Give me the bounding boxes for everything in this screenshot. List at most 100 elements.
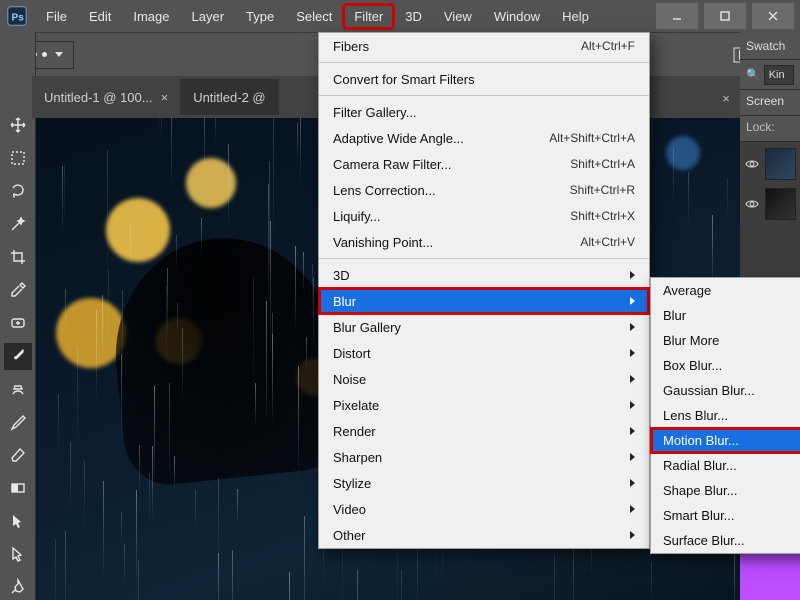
menu-edit[interactable]: Edit (79, 5, 121, 28)
clone-stamp-tool[interactable] (4, 376, 32, 403)
menu-item-label: 3D (333, 268, 350, 283)
filter-menu-item-video[interactable]: Video (319, 496, 649, 522)
menu-file[interactable]: File (36, 5, 77, 28)
menu-item-label: Vanishing Point... (333, 235, 433, 250)
filter-menu-item-liquify[interactable]: Liquify...Shift+Ctrl+X (319, 203, 649, 229)
blur-submenu-item-blur[interactable]: Blur (651, 303, 800, 328)
close-icon[interactable]: × (716, 88, 736, 108)
layer-row[interactable] (744, 148, 796, 180)
menu-type[interactable]: Type (236, 5, 284, 28)
filter-menu-item-adaptive-wide-angle[interactable]: Adaptive Wide Angle...Alt+Shift+Ctrl+A (319, 125, 649, 151)
document-tab-2[interactable]: Untitled-2 @ (181, 79, 278, 115)
submenu-item-label: Blur More (663, 333, 719, 348)
menu-item-label: Lens Correction... (333, 183, 436, 198)
move-tool[interactable] (4, 112, 32, 139)
submenu-item-label: Radial Blur... (663, 458, 737, 473)
swatches-panel-tab[interactable]: Swatch (740, 32, 800, 60)
blur-submenu-item-motion-blur[interactable]: Motion Blur... (651, 428, 800, 453)
crop-tool[interactable] (4, 244, 32, 271)
menu-layer[interactable]: Layer (182, 5, 235, 28)
eyedropper-tool[interactable] (4, 277, 32, 304)
menu-item-label: Blur (333, 294, 356, 309)
spot-heal-tool[interactable] (4, 310, 32, 337)
menu-select[interactable]: Select (286, 5, 342, 28)
close-button[interactable] (752, 3, 794, 29)
menu-filter[interactable]: Filter (344, 5, 393, 28)
submenu-item-label: Gaussian Blur... (663, 383, 755, 398)
submenu-item-label: Lens Blur... (663, 408, 728, 423)
menu-separator (319, 95, 649, 96)
filter-menu-item-render[interactable]: Render (319, 418, 649, 444)
menu-item-shortcut: Shift+Ctrl+X (570, 209, 635, 223)
layer-row[interactable] (744, 188, 796, 220)
path-select-tool[interactable] (4, 507, 32, 534)
menu-item-label: Other (333, 528, 366, 543)
menu-item-label: Convert for Smart Filters (333, 72, 475, 87)
menu-item-label: Fibers (333, 39, 369, 54)
gradient-tool[interactable] (4, 474, 32, 501)
menu-3d[interactable]: 3D (395, 5, 432, 28)
menu-item-shortcut: Alt+Shift+Ctrl+A (549, 131, 635, 145)
menu-item-label: Filter Gallery... (333, 105, 417, 120)
pen-tool[interactable] (4, 573, 32, 600)
history-brush-tool[interactable] (4, 408, 32, 435)
menu-item-label: Stylize (333, 476, 371, 491)
submenu-item-label: Box Blur... (663, 358, 722, 373)
menu-item-label: Sharpen (333, 450, 382, 465)
blur-submenu-item-blur-more[interactable]: Blur More (651, 328, 800, 353)
menu-image[interactable]: Image (123, 5, 179, 28)
menubar: Ps File Edit Image Layer Type Select Fil… (0, 0, 800, 32)
tool-strip (0, 32, 36, 600)
menu-item-shortcut: Shift+Ctrl+A (570, 157, 635, 171)
filter-menu-item-convert-for-smart-filters[interactable]: Convert for Smart Filters (319, 66, 649, 92)
filter-menu-item-sharpen[interactable]: Sharpen (319, 444, 649, 470)
direct-select-tool[interactable] (4, 540, 32, 567)
menu-window[interactable]: Window (484, 5, 550, 28)
filter-menu-item-blur-gallery[interactable]: Blur Gallery (319, 314, 649, 340)
brush-tool[interactable] (4, 343, 32, 370)
blur-submenu-item-lens-blur[interactable]: Lens Blur... (651, 403, 800, 428)
lasso-tool[interactable] (4, 178, 32, 205)
submenu-item-label: Shape Blur... (663, 483, 737, 498)
search-input[interactable] (764, 65, 794, 85)
filter-menu-item-pixelate[interactable]: Pixelate (319, 392, 649, 418)
blur-submenu-item-radial-blur[interactable]: Radial Blur... (651, 453, 800, 478)
filter-menu-item-camera-raw-filter[interactable]: Camera Raw Filter...Shift+Ctrl+A (319, 151, 649, 177)
eraser-tool[interactable] (4, 441, 32, 468)
filter-menu-item-stylize[interactable]: Stylize (319, 470, 649, 496)
window-controls (656, 3, 794, 29)
maximize-button[interactable] (704, 3, 746, 29)
rect-marquee-tool[interactable] (4, 145, 32, 172)
visibility-icon[interactable] (744, 196, 759, 212)
filter-menu-dropdown: FibersAlt+Ctrl+F Convert for Smart Filter… (318, 32, 650, 549)
menu-item-label: Render (333, 424, 376, 439)
panel-screens[interactable]: Screen (740, 90, 800, 116)
filter-menu-item-noise[interactable]: Noise (319, 366, 649, 392)
submenu-item-label: Blur (663, 308, 686, 323)
blur-submenu-item-gaussian-blur[interactable]: Gaussian Blur... (651, 378, 800, 403)
menu-view[interactable]: View (434, 5, 482, 28)
filter-menu-item-other[interactable]: Other (319, 522, 649, 548)
filter-menu-item-lens-correction[interactable]: Lens Correction...Shift+Ctrl+R (319, 177, 649, 203)
filter-menu-item-3d[interactable]: 3D (319, 262, 649, 288)
blur-submenu-item-shape-blur[interactable]: Shape Blur... (651, 478, 800, 503)
blur-submenu-item-smart-blur[interactable]: Smart Blur... (651, 503, 800, 528)
search-icon: 🔍 (746, 68, 760, 81)
blur-submenu-item-surface-blur[interactable]: Surface Blur... (651, 528, 800, 553)
blur-submenu: Average Blur Blur More Box Blur... Gaussian … (650, 277, 800, 554)
blur-submenu-item-box-blur[interactable]: Box Blur... (651, 353, 800, 378)
menu-help[interactable]: Help (552, 5, 599, 28)
menu-item-label: Distort (333, 346, 371, 361)
filter-menu-item-distort[interactable]: Distort (319, 340, 649, 366)
filter-menu-item-vanishing-point[interactable]: Vanishing Point...Alt+Ctrl+V (319, 229, 649, 255)
blur-submenu-item-average[interactable]: Average (651, 278, 800, 303)
tab-label: Untitled-2 @ (193, 90, 265, 105)
visibility-icon[interactable] (744, 156, 759, 172)
filter-menu-item-blur[interactable]: Blur (319, 288, 649, 314)
close-icon[interactable]: × (161, 90, 169, 105)
document-tab-1[interactable]: Untitled-1 @ 100... × (32, 79, 181, 115)
magic-wand-tool[interactable] (4, 211, 32, 238)
minimize-button[interactable] (656, 3, 698, 29)
filter-menu-item-fibers[interactable]: FibersAlt+Ctrl+F (319, 33, 649, 59)
filter-menu-item-filter-gallery[interactable]: Filter Gallery... (319, 99, 649, 125)
